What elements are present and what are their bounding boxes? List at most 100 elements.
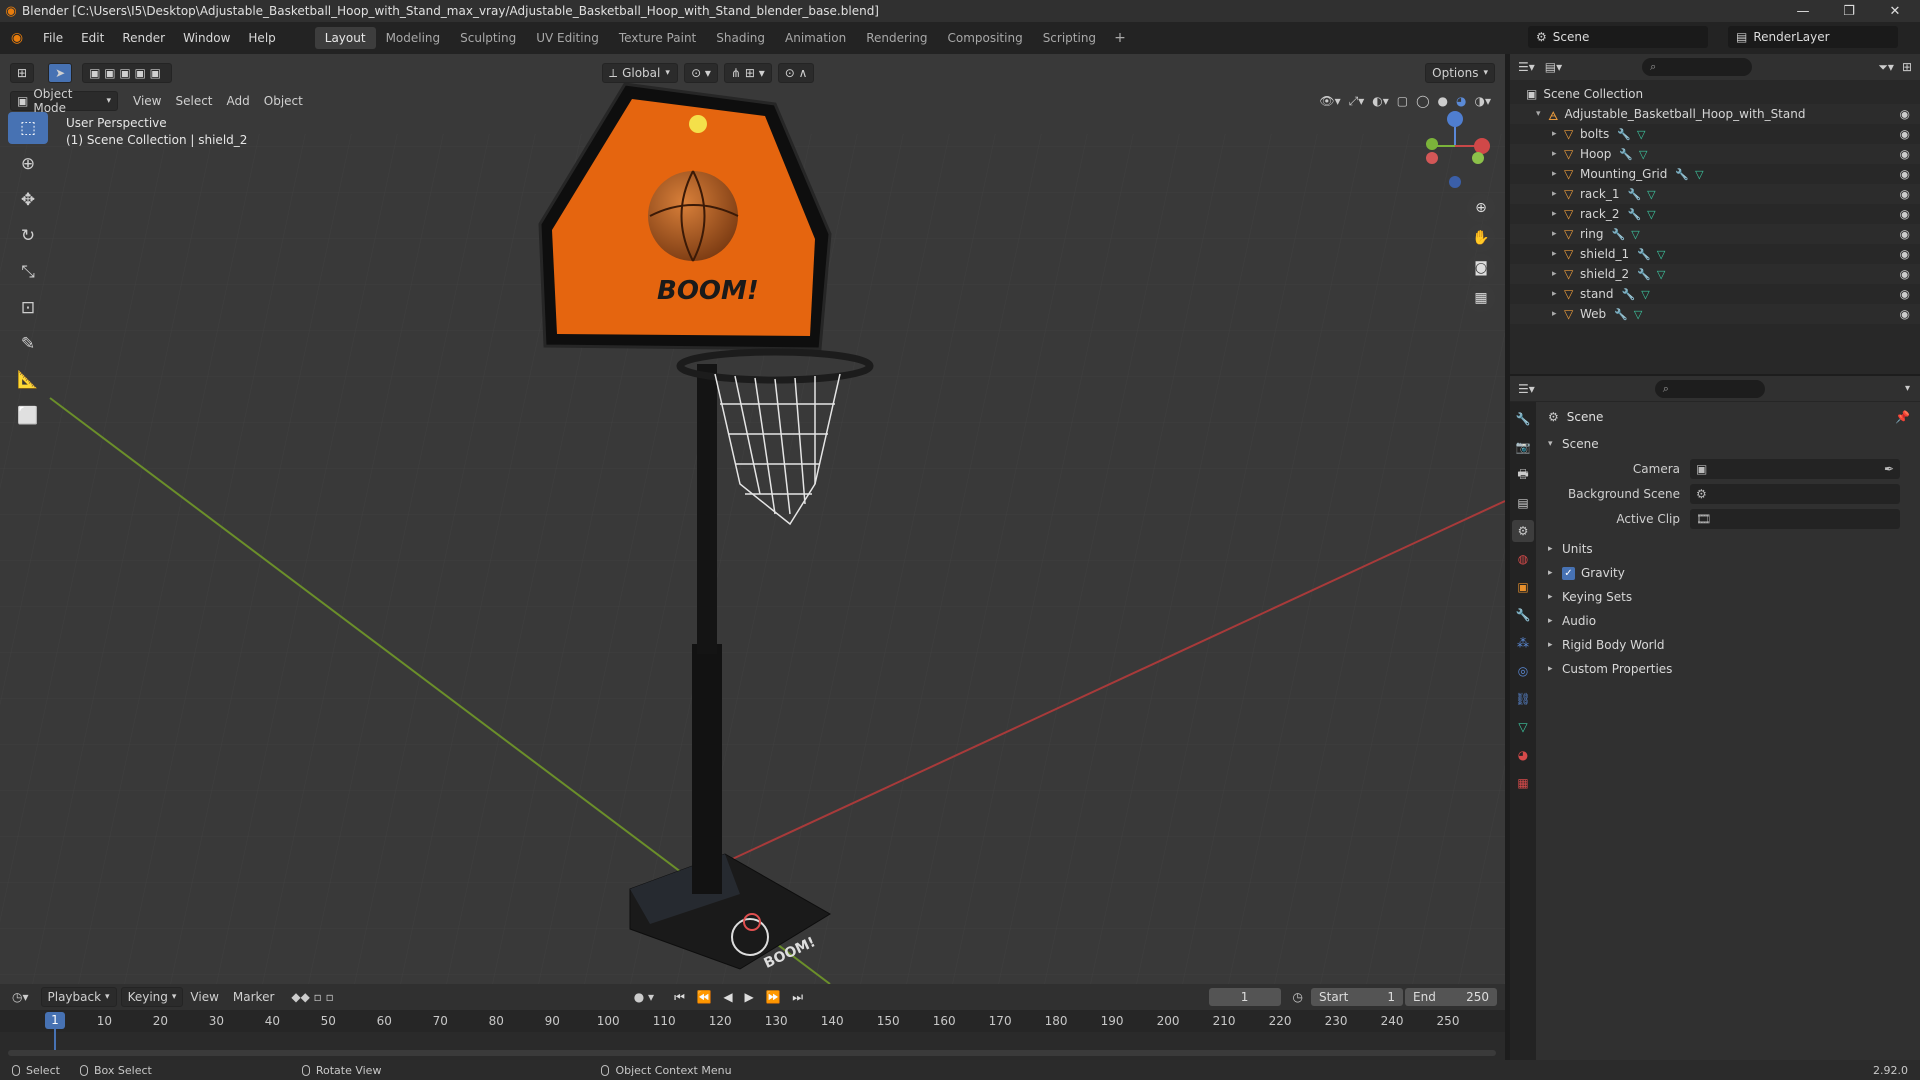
measure-icon[interactable]: 📐 bbox=[8, 364, 48, 396]
gizmo-toggle-icon[interactable]: ⤢▾ bbox=[1349, 94, 1365, 109]
move-icon[interactable]: ✥ bbox=[8, 184, 48, 216]
scale-icon[interactable]: ⤡ bbox=[8, 256, 48, 288]
modifier-icon[interactable]: 🔧 bbox=[1622, 288, 1636, 301]
playback-menu[interactable]: Playback ▾ bbox=[40, 987, 117, 1007]
select-tool-button[interactable]: ➤ bbox=[48, 63, 73, 83]
mesh-data-icon[interactable]: ▽ bbox=[1657, 268, 1665, 281]
keyframe-icons[interactable]: ◆◆ ▫ ▫ bbox=[291, 990, 333, 1004]
scene-tab-icon[interactable]: ⚙ bbox=[1512, 520, 1534, 542]
add-workspace-button[interactable]: + bbox=[1106, 30, 1134, 46]
expand-arrow-icon[interactable]: ▸ bbox=[1552, 209, 1564, 219]
tab-compositing[interactable]: Compositing bbox=[937, 27, 1032, 49]
mesh-data-icon[interactable]: ▽ bbox=[1631, 228, 1639, 241]
selection-mode-buttons[interactable]: ▣ ▣ ▣ ▣ ▣ bbox=[82, 63, 173, 83]
modifier-icon[interactable]: 🔧 bbox=[1627, 188, 1641, 201]
display-mode-icon[interactable]: ▤▾ bbox=[1545, 60, 1562, 74]
menu-window[interactable]: Window bbox=[174, 22, 239, 54]
perspective-toggle-icon[interactable]: ▦ bbox=[1467, 284, 1495, 312]
tab-layout[interactable]: Layout bbox=[314, 27, 376, 49]
constraints-tab-icon[interactable]: ⛓ bbox=[1512, 688, 1534, 710]
units-panel-header[interactable]: ▸ Units bbox=[1540, 537, 1920, 561]
pin-icon[interactable]: 📌 bbox=[1895, 410, 1910, 424]
eye-icon[interactable]: ◉ bbox=[1900, 227, 1910, 241]
modifier-icon[interactable]: 🔧 bbox=[1637, 268, 1651, 281]
object-tab-icon[interactable]: ▣ bbox=[1512, 576, 1534, 598]
physics-tab-icon[interactable]: ◎ bbox=[1512, 660, 1534, 682]
properties-editor-icon[interactable]: ☰▾ bbox=[1518, 382, 1535, 396]
mesh-data-icon[interactable]: ▽ bbox=[1637, 128, 1645, 141]
keying-menu[interactable]: Keying ▾ bbox=[120, 987, 184, 1007]
transform-icon[interactable]: ⊡ bbox=[8, 292, 48, 324]
particles-tab-icon[interactable]: ⁂ bbox=[1512, 632, 1534, 654]
eye-icon[interactable]: ◉ bbox=[1900, 107, 1910, 121]
scene-collection-row[interactable]: ▣ Scene Collection bbox=[1510, 84, 1920, 104]
tab-texture-paint[interactable]: Texture Paint bbox=[609, 27, 706, 49]
blender-menu-icon[interactable]: ◉ bbox=[0, 30, 34, 46]
outliner-object-row[interactable]: ▸ ▽ Web 🔧 ▽ ◉ bbox=[1510, 304, 1920, 324]
menu-help[interactable]: Help bbox=[239, 22, 284, 54]
mesh-data-icon[interactable]: ▽ bbox=[1647, 188, 1655, 201]
modifier-tab-icon[interactable]: 🔧 bbox=[1512, 604, 1534, 626]
pivot-point-dropdown[interactable]: ⊙ ▾ bbox=[684, 63, 718, 83]
modifier-icon[interactable]: 🔧 bbox=[1617, 128, 1631, 141]
filter-icon[interactable]: ⏷▾ bbox=[1878, 60, 1894, 75]
restore-button[interactable]: ❐ bbox=[1826, 0, 1872, 22]
eyedropper-icon[interactable]: ✒ bbox=[1884, 462, 1894, 476]
expand-arrow-icon[interactable]: ▸ bbox=[1552, 249, 1564, 259]
clock-icon[interactable]: ◷ bbox=[1293, 990, 1303, 1004]
editor-type-button[interactable]: ⊞ bbox=[10, 63, 35, 83]
solid-shading-icon[interactable]: ● bbox=[1438, 94, 1448, 109]
current-frame-field[interactable]: 1 bbox=[1208, 988, 1281, 1006]
outliner-object-row[interactable]: ▸ ▽ shield_1 🔧 ▽ ◉ bbox=[1510, 244, 1920, 264]
audio-panel-header[interactable]: ▸ Audio bbox=[1540, 609, 1920, 633]
keying-sets-panel-header[interactable]: ▸ Keying Sets bbox=[1540, 585, 1920, 609]
start-frame-field[interactable]: Start 1 bbox=[1311, 988, 1403, 1006]
pan-hand-icon[interactable]: ✋ bbox=[1467, 224, 1495, 252]
tab-sculpting[interactable]: Sculpting bbox=[450, 27, 526, 49]
annotate-icon[interactable]: ✎ bbox=[8, 328, 48, 360]
select-box-icon[interactable]: ⬚ bbox=[8, 112, 48, 144]
outliner-editor-icon[interactable]: ☰▾ bbox=[1518, 60, 1535, 74]
outliner-object-row[interactable]: ▸ ▽ Mounting_Grid 🔧 ▽ ◉ bbox=[1510, 164, 1920, 184]
background-scene-field[interactable]: ⚙ bbox=[1690, 483, 1900, 504]
stand-upper-pole[interactable] bbox=[697, 364, 717, 654]
tab-animation[interactable]: Animation bbox=[775, 27, 856, 49]
expand-arrow-icon[interactable]: ▸ bbox=[1552, 189, 1564, 199]
zoom-icon[interactable]: ⊕ bbox=[1467, 194, 1495, 222]
mesh-data-icon[interactable]: ▽ bbox=[1657, 248, 1665, 261]
overlay-toggle-icon[interactable]: ◐▾ bbox=[1372, 94, 1389, 109]
end-frame-field[interactable]: End 250 bbox=[1405, 988, 1497, 1006]
modifier-icon[interactable]: 🔧 bbox=[1675, 168, 1689, 181]
playback-controls-icon[interactable]: ⏮ ⏪ ◀ ▶ ⏩ ⏭ bbox=[674, 990, 807, 1005]
expand-arrow-icon[interactable]: ▸ bbox=[1552, 149, 1564, 159]
expand-arrow-icon[interactable]: ▸ bbox=[1552, 269, 1564, 279]
outliner-object-row[interactable]: ▸ ▽ shield_2 🔧 ▽ ◉ bbox=[1510, 264, 1920, 284]
timeline-marker-menu[interactable]: Marker bbox=[226, 990, 281, 1004]
modifier-icon[interactable]: 🔧 bbox=[1627, 208, 1641, 221]
world-tab-icon[interactable]: ◍ bbox=[1512, 548, 1534, 570]
3d-viewport[interactable]: BOOM! BOOM! ⊞ ➤ ▣ ▣ ▣ ▣ ▣ ⟂ Global ▾ ⊙ ▾… bbox=[0, 54, 1505, 984]
tab-modeling[interactable]: Modeling bbox=[376, 27, 451, 49]
custom-properties-panel-header[interactable]: ▸ Custom Properties bbox=[1540, 657, 1920, 681]
rotate-icon[interactable]: ↻ bbox=[8, 220, 48, 252]
minimize-button[interactable]: — bbox=[1780, 0, 1826, 22]
render-tab-icon[interactable]: 📷 bbox=[1512, 436, 1534, 458]
camera-view-icon[interactable]: ◙ bbox=[1467, 254, 1495, 282]
modifier-icon[interactable]: 🔧 bbox=[1614, 308, 1628, 321]
eye-icon[interactable]: ◉ bbox=[1900, 247, 1910, 261]
stand-lower-pole[interactable] bbox=[692, 644, 722, 894]
chevron-down-icon[interactable]: ▾ bbox=[1905, 383, 1910, 394]
menu-object[interactable]: Object bbox=[257, 94, 310, 108]
tab-rendering[interactable]: Rendering bbox=[856, 27, 937, 49]
tab-shading[interactable]: Shading bbox=[706, 27, 775, 49]
expand-arrow-icon[interactable]: ▸ bbox=[1552, 289, 1564, 299]
material-tab-icon[interactable]: ◕ bbox=[1512, 744, 1534, 766]
menu-add[interactable]: Add bbox=[220, 94, 257, 108]
eye-icon[interactable]: ◉ bbox=[1900, 167, 1910, 181]
add-cube-icon[interactable]: ⬜ bbox=[8, 400, 48, 432]
mesh-data-icon[interactable]: ▽ bbox=[1634, 308, 1642, 321]
expand-arrow-icon[interactable]: ▸ bbox=[1552, 169, 1564, 179]
record-icon[interactable]: ● ▾ bbox=[634, 990, 654, 1004]
outliner-object-row[interactable]: ▸ ▽ stand 🔧 ▽ ◉ bbox=[1510, 284, 1920, 304]
scene-panel-header[interactable]: ▾ Scene bbox=[1540, 432, 1920, 456]
